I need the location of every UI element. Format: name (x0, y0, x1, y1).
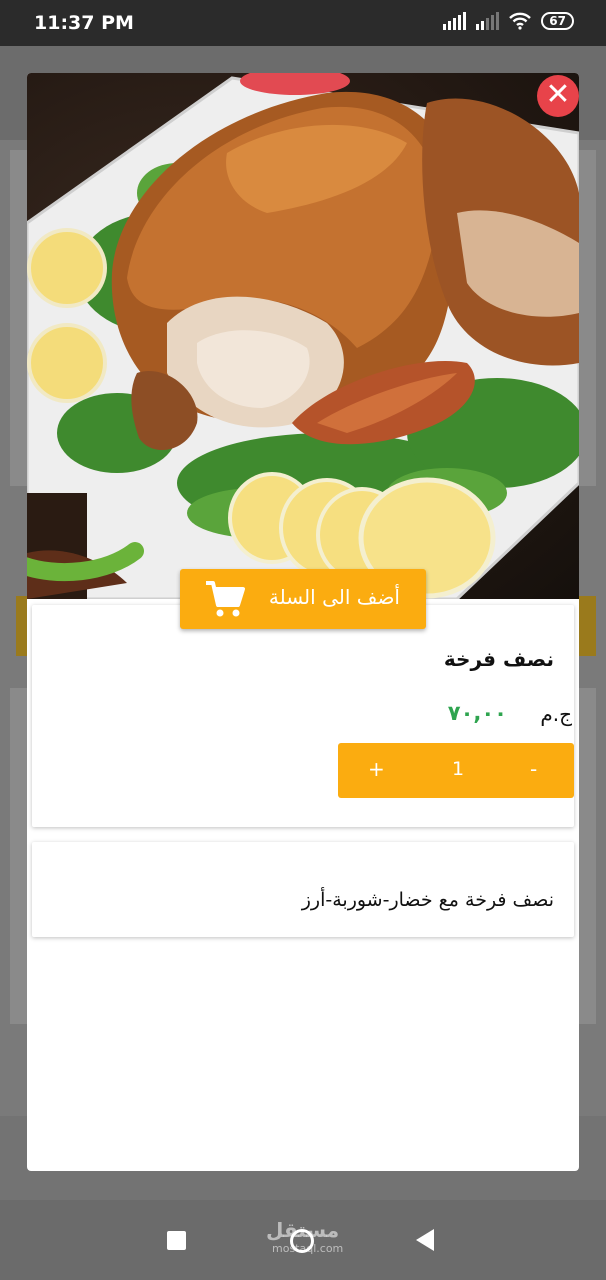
product-price: ٧٠,٠٠ (447, 701, 507, 725)
product-image: ✕ (27, 73, 579, 599)
status-icons: 67 (443, 12, 574, 30)
product-modal: ✕ نصف فرخة ج.م ٧٠,٠٠ + 1 - نصف فرخة مع خ… (27, 73, 579, 1171)
product-details-card: نصف فرخة ج.م ٧٠,٠٠ + 1 - (32, 605, 574, 827)
status-bar: 11:37 PM 67 (0, 0, 606, 46)
background-card (579, 150, 596, 486)
wifi-icon (509, 12, 532, 30)
background-button (16, 596, 27, 656)
background-button (579, 596, 596, 656)
signal-icon (443, 12, 467, 30)
increment-button[interactable]: + (368, 757, 385, 781)
system-nav-bar: مستقل mostaql.com (0, 1200, 606, 1280)
background-card (579, 688, 596, 1024)
quantity-value: 1 (452, 758, 465, 780)
background-card (10, 150, 27, 486)
decrement-button[interactable]: - (530, 757, 537, 781)
product-title: نصف فرخة (443, 647, 554, 671)
product-description: نصف فرخة مع خضار-شوربة-أرز (301, 889, 554, 911)
background-card (10, 688, 27, 1024)
status-time: 11:37 PM (34, 12, 134, 34)
description-card: نصف فرخة مع خضار-شوربة-أرز (32, 842, 574, 937)
price-currency: ج.م (540, 702, 572, 726)
add-to-cart-label: أضف الى السلة (268, 585, 400, 609)
close-button[interactable]: ✕ (537, 75, 579, 117)
back-button[interactable] (416, 1229, 434, 1251)
recent-apps-button[interactable] (167, 1231, 186, 1250)
battery-icon: 67 (541, 12, 574, 30)
signal-icon (476, 12, 500, 30)
home-button[interactable] (290, 1229, 314, 1253)
quantity-stepper: + 1 - (338, 743, 574, 798)
add-to-cart-button[interactable]: أضف الى السلة (180, 569, 426, 629)
roast-chicken-illustration (27, 73, 579, 599)
cart-icon (206, 581, 245, 617)
